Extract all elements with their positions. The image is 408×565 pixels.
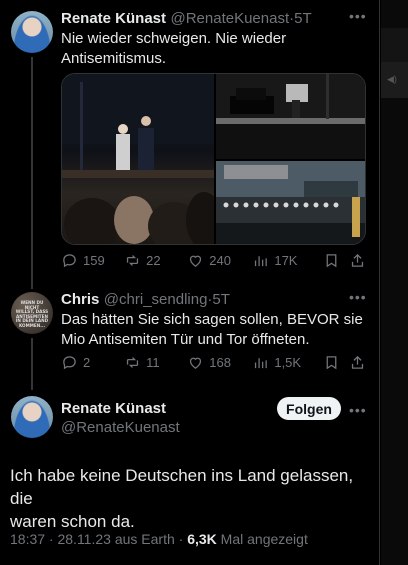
avatar[interactable] [11,11,53,53]
reply-count: 2 [83,355,91,370]
more-horizontal-icon[interactable]: ••• [349,402,367,418]
share-button[interactable] [349,354,366,371]
avatar[interactable]: WENN DU NICHT WILLST, DASS ANTISEMITEN I… [11,292,53,334]
like-button[interactable]: 240 [187,252,252,269]
reply-button[interactable]: 159 [61,252,124,269]
retweet-icon [127,255,139,266]
heart-icon [190,357,202,369]
author-name[interactable]: Renate Künast [61,400,166,418]
media-grid[interactable] [61,73,366,245]
retweet-button[interactable]: 22 [124,252,187,269]
like-count: 168 [209,355,231,370]
tweet-header: Chris @chri_sendling·5T [61,291,230,309]
more-horizontal-icon[interactable]: ••• [349,8,367,24]
retweet-count: 11 [146,355,160,370]
tweet-text: Das hätten Sie sich sagen sollen, BEVOR … [61,310,363,350]
reply-icon [63,254,76,268]
views-icon [255,256,268,267]
retweet-button[interactable]: 11 [124,354,187,371]
right-panel-edge: ◀) [381,0,408,565]
tweet-meta: 18:37 · 28.11.23 aus Earth · 6,3K Mal an… [10,531,308,547]
author-name[interactable]: Chris [61,291,99,308]
author-handle[interactable]: @RenateKuenast [61,419,180,437]
tweet-text: Ich habe keine Deutschen ins Land gelass… [10,464,370,533]
views-icon [255,358,268,369]
avatar[interactable] [11,396,53,438]
views-label: Mal angezeigt [220,531,308,547]
photo-stage-speakers[interactable] [62,74,214,244]
author-handle-text: @RenateKuenast [61,419,180,436]
tweet-text-line: Das hätten Sie sich sagen sollen, BEVOR … [61,311,363,328]
like-button[interactable]: 168 [187,354,252,371]
tweet-text-line: waren schon da. [10,512,135,531]
bookmark-button[interactable] [323,252,349,269]
author-handle[interactable]: @RenateKuenast [170,10,289,27]
tweet-actions: 159 22 240 17K [61,252,366,269]
tweet-text-line: Antisemitismus. [61,50,167,67]
like-count: 240 [209,253,231,268]
share-button[interactable] [349,252,366,269]
author-handle[interactable]: @chri_sendling [104,291,208,308]
views-count: 1,5K [274,355,302,370]
retweet-icon [127,357,139,368]
bookmark-icon [326,356,337,370]
bookmark-icon [326,254,337,268]
heart-icon [190,255,202,267]
tweet-text-line: Nie wieder schweigen. Nie wieder [61,30,287,47]
share-icon [351,355,364,369]
follow-button[interactable]: Folgen [277,397,341,420]
tweet-time[interactable]: 5T [212,291,230,308]
views-count: 6,3K [187,531,217,547]
author-name-text: Renate Künast [61,400,167,417]
thread-line [31,57,33,289]
share-icon [351,253,364,267]
author-name[interactable]: Renate Künast [61,10,166,27]
tweet-text-line: Ich habe keine Deutschen ins Land gelass… [10,466,354,508]
tweet-actions: 2 11 168 1,5K [61,354,366,371]
views-button[interactable]: 1,5K [252,354,323,371]
photo-piano[interactable] [216,74,365,159]
tweet-text: Nie wieder schweigen. Nie wieder Antisem… [61,29,286,69]
timeline-column: Renate Künast @RenateKuenast·5T ••• Nie … [0,0,380,565]
timestamp[interactable]: 18:37 · 28.11.23 aus Earth · [10,531,183,547]
thread-line [31,338,33,390]
bookmark-button[interactable] [323,354,349,371]
reply-count: 159 [83,253,105,268]
retweet-count: 22 [146,253,161,268]
speaker-icon: ◀) [387,74,397,84]
tweet-text-line: Mio Antisemiten Tür und Tor öffneten. [61,331,310,348]
reply-button[interactable]: 2 [61,354,124,371]
views-count: 17K [274,253,298,268]
views-button[interactable]: 17K [252,252,323,269]
photo-choir[interactable] [216,161,365,244]
reply-icon [63,356,76,370]
avatar-image-text: WENN DU NICHT WILLST, DASS ANTISEMITEN I… [15,300,49,328]
more-horizontal-icon[interactable]: ••• [349,289,367,305]
tweet-header: Renate Künast @RenateKuenast·5T [61,10,312,28]
tweet-time[interactable]: 5T [294,10,312,27]
